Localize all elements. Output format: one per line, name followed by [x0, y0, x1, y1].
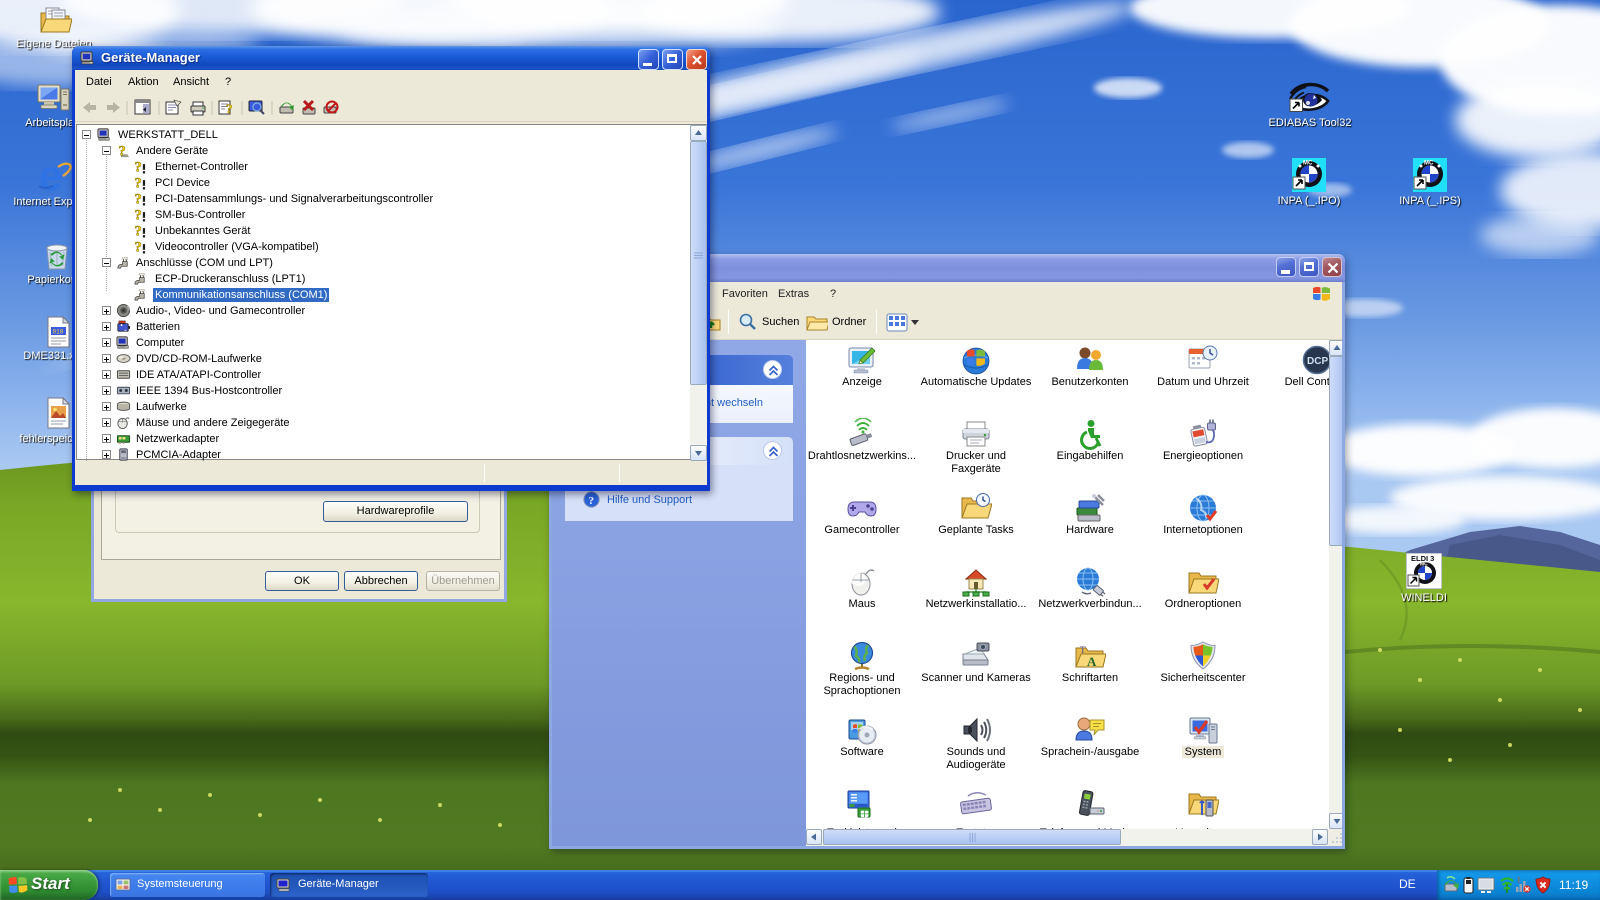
- svg-text:?: ?: [226, 101, 233, 116]
- svg-text:?: ?: [589, 495, 595, 507]
